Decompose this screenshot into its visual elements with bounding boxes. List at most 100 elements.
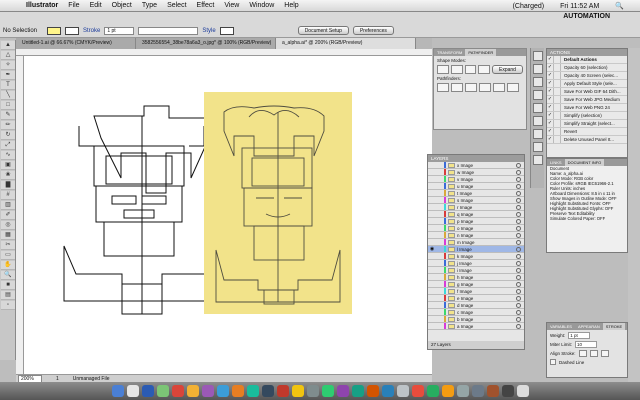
menu-file[interactable]: File	[68, 2, 79, 9]
layer-row[interactable]: r Image	[428, 204, 524, 211]
dock-app-icon[interactable]	[351, 385, 364, 397]
layer-row[interactable]: e Image	[428, 295, 524, 302]
target-icon[interactable]	[516, 288, 521, 294]
layer-row[interactable]: f Image	[428, 288, 524, 295]
dock-app-icon[interactable]	[426, 385, 439, 397]
symbols-panel-icon[interactable]	[533, 90, 543, 100]
dock-app-icon[interactable]	[291, 385, 304, 397]
scale-tool-icon[interactable]: ⤢	[1, 141, 15, 150]
graph-tool-icon[interactable]: ▇	[1, 181, 15, 190]
action-item[interactable]: ✓ Opacity 60 (selection)	[547, 64, 627, 72]
target-icon[interactable]	[516, 246, 521, 252]
style-swatch[interactable]	[219, 26, 234, 35]
target-icon[interactable]	[516, 281, 521, 287]
preferences-button[interactable]: Preferences	[352, 26, 394, 35]
layer-row[interactable]: h Image	[428, 274, 524, 281]
dock-app-icon[interactable]	[336, 385, 349, 397]
action-checkbox-icon[interactable]: ✓	[547, 88, 554, 95]
fill-swatch[interactable]	[47, 26, 61, 35]
layer-row[interactable]: w Image	[428, 169, 524, 176]
tab-a-alpha[interactable]: a_alpha.ai* @ 200% (RGB/Preview)	[276, 38, 416, 49]
target-icon[interactable]	[516, 309, 521, 315]
align-center-icon[interactable]	[578, 350, 587, 357]
swatches-panel-icon[interactable]	[533, 64, 543, 74]
brush-field[interactable]	[138, 26, 199, 35]
dialog-toggle-icon[interactable]	[554, 120, 561, 127]
mesh-tool-icon[interactable]: #	[1, 191, 15, 200]
color-mode-icon[interactable]: ▤	[1, 291, 15, 300]
yellow-sketch-image[interactable]	[204, 92, 352, 314]
graphic-styles-panel-icon[interactable]	[533, 103, 543, 113]
battery-status[interactable]: (Charged)	[513, 3, 545, 10]
dock-app-icon[interactable]	[111, 385, 124, 397]
tab-variables[interactable]: VARIABLES	[547, 323, 575, 330]
action-item[interactable]: ✓ Save For Web JPG Medium	[547, 96, 627, 104]
exclude-icon[interactable]	[478, 65, 490, 74]
layer-row[interactable]: b Image	[428, 316, 524, 323]
stroke-swatch[interactable]	[65, 26, 79, 35]
tab-transform[interactable]: TRANSFORM	[434, 49, 465, 56]
spotlight-icon[interactable]: 🔍	[615, 2, 624, 10]
action-item[interactable]: ✓ Delete Unused Panel It...	[547, 136, 627, 144]
tab-untitled[interactable]: Untitled-1.ai @ 66.67% (CMYK/Preview)	[16, 38, 136, 49]
brushes-panel-icon[interactable]	[533, 77, 543, 87]
layer-row[interactable]: k Image	[428, 253, 524, 260]
visibility-eye-icon[interactable]: ◉	[428, 246, 436, 252]
target-icon[interactable]	[516, 169, 521, 175]
pencil-tool-icon[interactable]: ✏	[1, 121, 15, 130]
target-icon[interactable]	[516, 274, 521, 280]
align-panel-icon[interactable]	[533, 116, 543, 126]
menu-view[interactable]: View	[224, 2, 239, 9]
layer-row[interactable]: ◉ l Image	[428, 246, 524, 253]
vertical-ruler[interactable]	[16, 56, 24, 376]
dialog-toggle-icon[interactable]	[554, 56, 561, 63]
dock-app-icon[interactable]	[216, 385, 229, 397]
color-panel-icon[interactable]	[533, 51, 543, 61]
zoom-tool-icon[interactable]: 🔍	[1, 271, 15, 280]
target-icon[interactable]	[516, 295, 521, 301]
dock-app-icon[interactable]	[231, 385, 244, 397]
action-checkbox-icon[interactable]: ✓	[547, 56, 554, 63]
intersect-icon[interactable]	[464, 65, 477, 74]
layer-row[interactable]: a Image	[428, 323, 524, 330]
dashed-checkbox[interactable]	[550, 359, 556, 365]
dialog-toggle-icon[interactable]	[554, 72, 561, 79]
dock-app-icon[interactable]	[396, 385, 409, 397]
target-icon[interactable]	[516, 316, 521, 322]
dock-app-icon[interactable]	[456, 385, 469, 397]
layer-row[interactable]: c Image	[428, 309, 524, 316]
target-icon[interactable]	[516, 162, 521, 168]
artboard-canvas[interactable]	[24, 56, 432, 374]
dock-app-icon[interactable]	[156, 385, 169, 397]
magic-wand-tool-icon[interactable]: ✧	[1, 61, 15, 70]
target-icon[interactable]	[516, 204, 521, 210]
dock-app-icon[interactable]	[276, 385, 289, 397]
action-checkbox-icon[interactable]: ✓	[547, 120, 554, 127]
dock-app-icon[interactable]	[141, 385, 154, 397]
action-item[interactable]: ✓ Simplify Straight (select...	[547, 120, 627, 128]
target-icon[interactable]	[516, 267, 521, 273]
dock-app-icon[interactable]	[261, 385, 274, 397]
layer-row[interactable]: x Image	[428, 162, 524, 169]
gradient-panel-icon[interactable]	[533, 142, 543, 152]
target-icon[interactable]	[516, 211, 521, 217]
document-setup-button[interactable]: Document Setup	[297, 26, 349, 35]
outline-icon[interactable]	[493, 83, 505, 92]
eraser-tool-icon[interactable]: ▭	[1, 251, 15, 260]
minus-back-icon[interactable]	[507, 83, 519, 92]
tab-stroke[interactable]: STROKE	[602, 323, 626, 330]
layer-row[interactable]: q Image	[428, 211, 524, 218]
dock-app-icon[interactable]	[501, 385, 514, 397]
action-checkbox-icon[interactable]: ✓	[547, 104, 554, 111]
dock-app-icon[interactable]	[201, 385, 214, 397]
target-icon[interactable]	[516, 260, 521, 266]
dialog-toggle-icon[interactable]	[554, 128, 561, 135]
horizontal-ruler[interactable]	[16, 49, 432, 56]
character-panel-icon[interactable]	[533, 155, 543, 165]
dock-app-icon[interactable]	[471, 385, 484, 397]
dialog-toggle-icon[interactable]	[554, 112, 561, 119]
direct-selection-tool-icon[interactable]: △	[1, 51, 15, 60]
paintbrush-tool-icon[interactable]: ✎	[1, 111, 15, 120]
action-item[interactable]: ✓ Save For Web GIF 64 Dith...	[547, 88, 627, 96]
rectangle-tool-icon[interactable]: □	[1, 101, 15, 110]
